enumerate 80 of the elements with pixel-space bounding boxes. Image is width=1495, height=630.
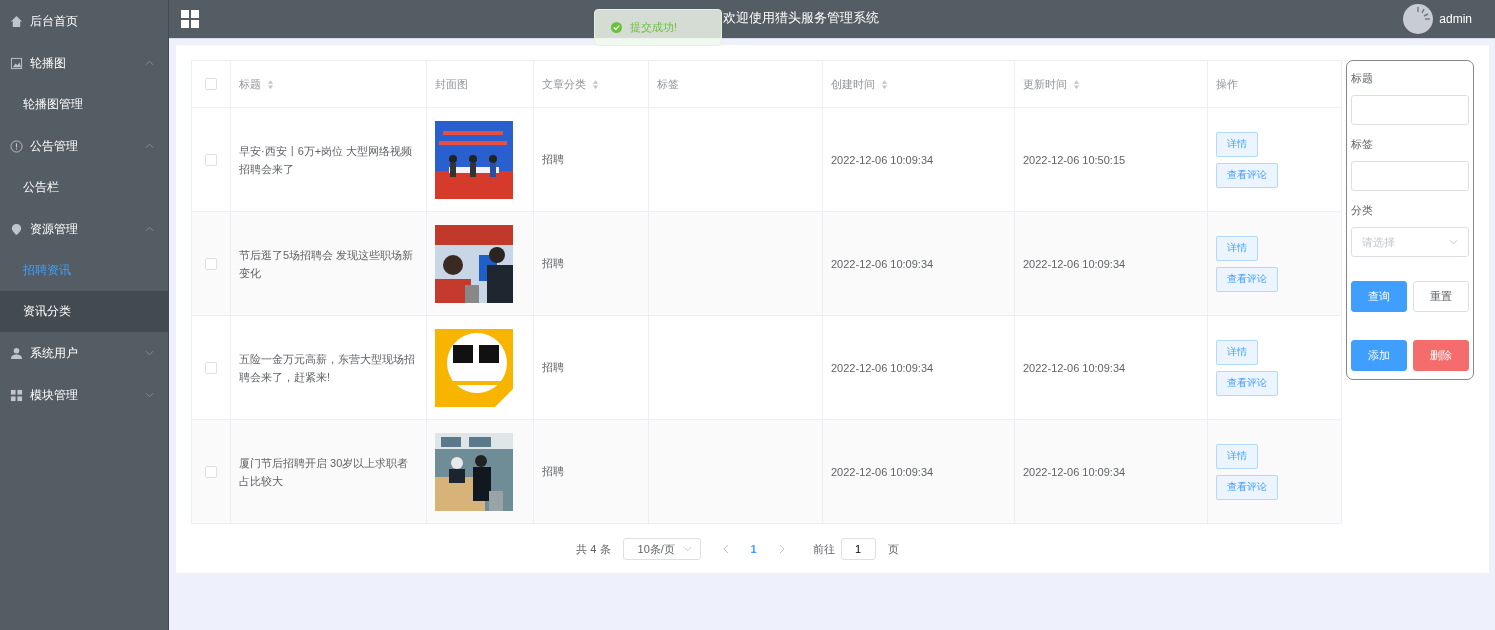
sort-icon[interactable] bbox=[592, 78, 599, 90]
submenu-item[interactable]: 资讯分类 bbox=[0, 291, 168, 332]
table-cell: 招聘 bbox=[542, 360, 564, 375]
goto-label: 前往 bbox=[812, 541, 835, 557]
image-icon bbox=[10, 56, 23, 70]
field-label: 标签 bbox=[1351, 137, 1374, 152]
menu-item[interactable]: 公告管理 bbox=[0, 125, 168, 167]
column-header: 更新时间 bbox=[1023, 76, 1067, 92]
table-cell: 2022-12-06 10:09:34 bbox=[831, 153, 934, 166]
field-label: 标题 bbox=[1351, 71, 1374, 86]
checkbox[interactable] bbox=[205, 465, 217, 478]
grid-icon[interactable] bbox=[181, 10, 199, 28]
grid-icon bbox=[10, 388, 23, 402]
comments-button[interactable]: 查看评论 bbox=[1216, 474, 1278, 500]
details-button[interactable]: 详情 bbox=[1216, 339, 1258, 365]
chevron-down-icon bbox=[1449, 239, 1458, 245]
add-button[interactable]: 添加 bbox=[1351, 340, 1407, 371]
comments-button[interactable]: 查看评论 bbox=[1216, 370, 1278, 396]
page-suffix: 页 bbox=[887, 541, 899, 557]
table-cell: 2022-12-06 10:50:15 bbox=[1023, 153, 1126, 166]
input-field[interactable] bbox=[1351, 95, 1469, 125]
menu-item[interactable]: 模块管理 bbox=[0, 374, 168, 416]
menu-item[interactable]: 轮播图 bbox=[0, 42, 168, 84]
toast-message: 提交成功! bbox=[630, 20, 678, 35]
user-icon bbox=[10, 346, 23, 360]
table-cell: 2022-12-06 10:09:34 bbox=[831, 465, 934, 478]
table-cell: 招聘 bbox=[542, 152, 564, 167]
column-header: 标题 bbox=[239, 76, 261, 92]
submenu-item[interactable]: 公告栏 bbox=[0, 167, 168, 208]
table-cell: 招聘 bbox=[542, 256, 564, 271]
column-header: 创建时间 bbox=[831, 76, 875, 92]
table-cell: 招聘 bbox=[542, 464, 564, 479]
checkbox[interactable] bbox=[205, 78, 217, 90]
input-field[interactable] bbox=[1351, 161, 1469, 191]
chevron-down-icon bbox=[682, 546, 692, 552]
table-cell: 2022-12-06 10:09:34 bbox=[1023, 361, 1126, 374]
table-cell: 2022-12-06 10:09:34 bbox=[1023, 257, 1126, 270]
sort-icon[interactable] bbox=[881, 78, 888, 90]
page-size-select[interactable]: 10条/页 bbox=[622, 538, 701, 560]
checkbox[interactable] bbox=[205, 361, 217, 374]
location-pin-icon bbox=[10, 222, 23, 236]
total-count: 共 4 条 bbox=[576, 541, 611, 557]
submenu-item[interactable]: 轮播图管理 bbox=[0, 84, 168, 125]
delete-button[interactable]: 删除 bbox=[1413, 340, 1469, 371]
check-circle-icon bbox=[611, 22, 622, 33]
checkbox[interactable] bbox=[205, 257, 217, 270]
avatar-icon[interactable] bbox=[1403, 4, 1434, 34]
user-name: admin bbox=[1439, 12, 1472, 26]
details-button[interactable]: 详情 bbox=[1216, 131, 1258, 157]
field-label: 分类 bbox=[1351, 203, 1374, 218]
search-button[interactable]: 查询 bbox=[1351, 281, 1407, 312]
column-header: 文章分类 bbox=[542, 76, 586, 92]
checkbox[interactable] bbox=[205, 153, 217, 166]
menu-item[interactable]: 后台首页 bbox=[0, 0, 168, 42]
table-cell-text: 五险一金万元高薪，东营大型现场招聘会来了，赶紧来! bbox=[239, 351, 416, 385]
previous-page-icon[interactable] bbox=[722, 544, 729, 554]
table-cell-text: 早安·西安丨6万+岗位 大型网络视频招聘会来了 bbox=[239, 143, 414, 177]
column-header: 标签 bbox=[657, 76, 679, 92]
details-button[interactable]: 详情 bbox=[1216, 443, 1258, 469]
column-header: 操作 bbox=[1216, 76, 1238, 92]
sort-icon[interactable] bbox=[1073, 78, 1080, 90]
submenu-item[interactable]: 招聘资讯 bbox=[0, 250, 168, 291]
info-icon bbox=[10, 139, 23, 153]
next-page-icon[interactable] bbox=[778, 544, 785, 554]
reset-button[interactable]: 重置 bbox=[1413, 281, 1469, 312]
comments-button[interactable]: 查看评论 bbox=[1216, 266, 1278, 292]
page-input[interactable]: 1 bbox=[840, 538, 876, 560]
comments-button[interactable]: 查看评论 bbox=[1216, 162, 1278, 188]
page-number[interactable]: 1 bbox=[750, 543, 757, 555]
table-cell: 2022-12-06 10:09:34 bbox=[831, 257, 934, 270]
menu-item[interactable]: 系统用户 bbox=[0, 332, 168, 374]
details-button[interactable]: 详情 bbox=[1216, 235, 1258, 261]
column-header: 封面图 bbox=[435, 76, 468, 92]
sort-icon[interactable] bbox=[267, 78, 274, 90]
table-cell: 2022-12-06 10:09:34 bbox=[1023, 465, 1126, 478]
menu-item[interactable]: 资源管理 bbox=[0, 208, 168, 250]
table-cell-text: 节后逛了5场招聘会 发现这些职场新变化 bbox=[239, 247, 415, 281]
table-cell: 2022-12-06 10:09:34 bbox=[831, 361, 934, 374]
table-cell-text: 厦门节后招聘开启 30岁以上求职者占比较大 bbox=[239, 455, 410, 489]
home-icon bbox=[10, 14, 23, 28]
